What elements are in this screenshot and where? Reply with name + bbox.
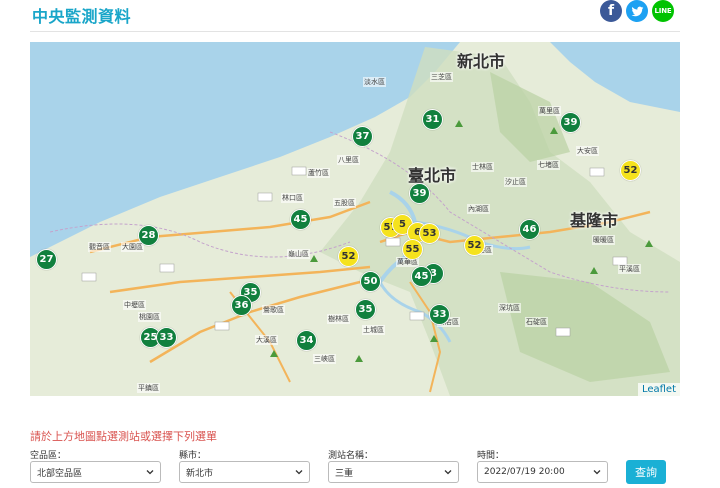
- district-label: 石碇區: [525, 317, 548, 327]
- station-marker[interactable]: 33: [156, 327, 177, 348]
- chevron-down-icon: [295, 470, 303, 475]
- header-divider: [30, 31, 680, 32]
- district-label: 八里區: [337, 155, 360, 165]
- district-label: 觀音區: [88, 242, 111, 252]
- station-marker[interactable]: 52: [464, 235, 485, 256]
- station-marker[interactable]: 46: [519, 219, 540, 240]
- district-label: 土城區: [362, 325, 385, 335]
- station-label: 測站名稱：: [328, 451, 374, 461]
- station-marker[interactable]: 52: [338, 246, 359, 267]
- station-marker[interactable]: 52: [620, 160, 641, 181]
- time-select[interactable]: 2022/07/19 20:00: [477, 461, 608, 483]
- line-icon: LINE: [654, 7, 672, 15]
- query-button[interactable]: 查詢: [626, 460, 666, 484]
- station-marker[interactable]: 39: [560, 112, 581, 133]
- map-instruction: 請於上方地圖點選測站或選擇下列選單: [30, 430, 217, 443]
- station-marker[interactable]: 55: [402, 239, 423, 260]
- station-marker[interactable]: 36: [231, 295, 252, 316]
- station-marker[interactable]: 37: [352, 126, 373, 147]
- chevron-down-icon: [444, 470, 452, 475]
- facebook-share-button[interactable]: f: [600, 0, 622, 22]
- district-label: 大溪區: [255, 335, 278, 345]
- twitter-share-button[interactable]: [626, 0, 648, 22]
- district-label: 鶯歌區: [262, 305, 285, 315]
- district-label: 汐止區: [504, 177, 527, 187]
- city-label: 縣市：: [179, 451, 207, 461]
- city-select[interactable]: 新北市: [179, 461, 310, 483]
- district-label: 大安區: [576, 146, 599, 156]
- district-label: 萬里區: [538, 106, 561, 116]
- station-marker[interactable]: 45: [411, 266, 432, 287]
- district-label: 樹林區: [327, 314, 350, 324]
- district-label: 暖暖區: [592, 235, 615, 245]
- district-label: 桃園區: [138, 312, 161, 322]
- district-label: 深坑區: [498, 303, 521, 313]
- city-label: 基隆市: [570, 211, 619, 230]
- district-label: 三峽區: [313, 354, 336, 364]
- district-label: 龜山區: [287, 249, 310, 259]
- district-label: 中壢區: [123, 300, 146, 310]
- line-share-button[interactable]: LINE: [652, 0, 674, 22]
- region-select-value: 北部空品區: [37, 468, 83, 479]
- header: 中央監測資料 f LINE: [0, 0, 720, 34]
- time-select-value: 2022/07/19 20:00: [484, 467, 565, 477]
- facebook-icon: f: [607, 3, 615, 19]
- station-marker[interactable]: 35: [355, 299, 376, 320]
- district-label: 五股區: [333, 198, 356, 208]
- station-marker[interactable]: 33: [429, 304, 450, 325]
- region-select[interactable]: 北部空品區: [30, 461, 161, 483]
- twitter-icon: [631, 6, 643, 16]
- time-label: 時間：: [477, 451, 505, 461]
- station-select[interactable]: 三重: [328, 461, 459, 483]
- district-label: 淡水區: [363, 77, 386, 87]
- monitoring-map[interactable]: 新北市 臺北市 基隆市 淡水區 三芝區 萬里區 八里區 蘆竹區 林口區 五股區 …: [30, 42, 680, 396]
- region-label: 空品區：: [30, 451, 67, 461]
- station-marker[interactable]: 50: [360, 271, 381, 292]
- district-label: 士林區: [471, 162, 494, 172]
- station-marker[interactable]: 27: [36, 249, 57, 270]
- station-marker[interactable]: 53: [419, 223, 440, 244]
- city-select-value: 新北市: [186, 468, 214, 479]
- city-label: 新北市: [457, 52, 506, 71]
- district-label: 平溪區: [618, 264, 641, 274]
- district-label: 內湖區: [467, 204, 490, 214]
- district-label: 平鎮區: [137, 383, 160, 393]
- district-label: 大園區: [121, 242, 144, 252]
- district-label: 三芝區: [430, 72, 453, 82]
- station-select-value: 三重: [335, 468, 354, 479]
- station-marker[interactable]: 39: [409, 183, 430, 204]
- district-label: 蘆竹區: [307, 168, 330, 178]
- chevron-down-icon: [593, 470, 601, 475]
- station-marker[interactable]: 28: [138, 225, 159, 246]
- station-marker[interactable]: 45: [290, 209, 311, 230]
- city-label: 臺北市: [408, 166, 457, 185]
- chevron-down-icon: [146, 470, 154, 475]
- station-marker[interactable]: 34: [296, 330, 317, 351]
- station-marker[interactable]: 31: [422, 109, 443, 130]
- district-label: 林口區: [281, 193, 304, 203]
- page-title: 中央監測資料: [32, 7, 132, 26]
- district-label: 七堵區: [537, 160, 560, 170]
- leaflet-attribution-link[interactable]: Leaflet: [637, 383, 680, 396]
